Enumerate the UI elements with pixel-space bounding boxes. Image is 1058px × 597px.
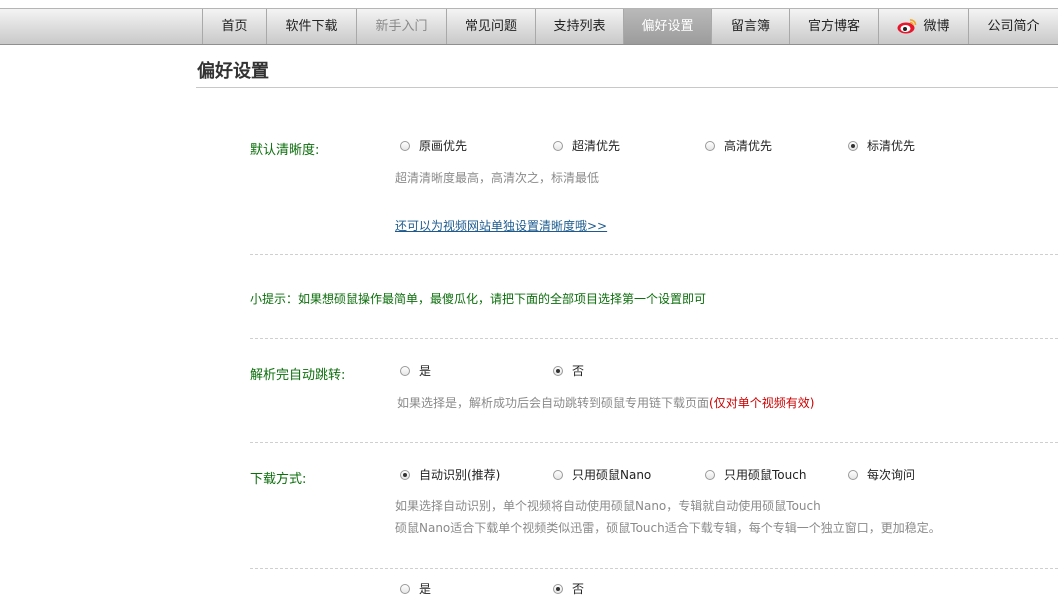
autojump-option-yes[interactable]: 是 (400, 362, 431, 379)
section-divider (250, 338, 1058, 339)
autojump-label: 解析完自动跳转: (250, 368, 346, 383)
title-divider (196, 87, 1058, 88)
nav-weibo-label: 微博 (923, 19, 950, 34)
option-label: 超清优先 (572, 139, 621, 153)
weibo-icon (897, 19, 917, 34)
option-label: 每次询问 (867, 468, 916, 482)
radio-icon[interactable] (400, 141, 410, 151)
radio-icon[interactable] (553, 470, 563, 480)
download-option-touch[interactable]: 只用硕鼠Touch (705, 466, 806, 483)
nav-preferences[interactable]: 偏好设置 (623, 9, 711, 44)
nav-home[interactable]: 首页 (202, 9, 266, 44)
nav-weibo[interactable]: 微博 (878, 9, 968, 44)
download-option-nano[interactable]: 只用硕鼠Nano (553, 466, 651, 483)
definition-description: 超清清晰度最高，高清次之，标清最低 (395, 171, 600, 185)
definition-option-high[interactable]: 高清优先 (705, 137, 772, 154)
download-option-ask[interactable]: 每次询问 (848, 466, 915, 483)
autojump-description: 如果选择是，解析成功后会自动跳转到硕鼠专用链下载页面(仅对单个视频有效) (397, 394, 814, 411)
radio-icon[interactable] (400, 584, 410, 594)
section-divider (250, 254, 1058, 255)
definition-option-original[interactable]: 原画优先 (400, 137, 467, 154)
autojump-note: (仅对单个视频有效) (709, 396, 815, 410)
option-label: 原画优先 (419, 139, 468, 153)
radio-selected-icon[interactable] (400, 470, 410, 480)
section-divider (250, 442, 1058, 443)
option-label: 只用硕鼠Nano (572, 468, 652, 482)
nav-guestbook[interactable]: 留言簿 (711, 9, 789, 44)
option-label: 否 (572, 364, 585, 378)
option-label: 高清优先 (724, 139, 773, 153)
nav-support-list[interactable]: 支持列表 (535, 9, 623, 44)
option-label: 只用硕鼠Touch (724, 468, 807, 482)
nav-company-profile[interactable]: 公司简介 (968, 9, 1058, 44)
top-navigation-bar: 首页 软件下载 新手入门 常见问题 支持列表 偏好设置 留言簿 官方博客 微博 … (0, 8, 1058, 45)
page-title: 偏好设置 (197, 61, 269, 82)
option-label: 是 (419, 582, 432, 596)
option-label: 标清优先 (867, 139, 916, 153)
nav-beginner-guide[interactable]: 新手入门 (356, 9, 446, 44)
radio-icon[interactable] (705, 141, 715, 151)
autojump-option-no[interactable]: 否 (553, 362, 584, 379)
radio-icon[interactable] (553, 141, 563, 151)
definition-option-super[interactable]: 超清优先 (553, 137, 620, 154)
nav-software-download[interactable]: 软件下载 (266, 9, 356, 44)
download-option-auto[interactable]: 自动识别(推荐) (400, 466, 500, 483)
download-description-1: 如果选择自动识别，单个视频将自动使用硕鼠Nano，专辑就自动使用硕鼠Touch (395, 499, 821, 513)
option-label: 是 (419, 364, 432, 378)
per-site-definition-link[interactable]: 还可以为视频网站单独设置清晰度哦>> (395, 217, 607, 234)
radio-selected-icon[interactable] (553, 366, 563, 376)
nav-official-blog[interactable]: 官方博客 (789, 9, 878, 44)
definition-label: 默认清晰度: (250, 143, 320, 158)
autojump-description-text: 如果选择是，解析成功后会自动跳转到硕鼠专用链下载页面 (397, 396, 710, 410)
radio-icon[interactable] (848, 470, 858, 480)
radio-icon[interactable] (400, 366, 410, 376)
tip-text: 小提示：如果想硕鼠操作最简单，最傻瓜化，请把下面的全部项目选择第一个设置即可 (250, 292, 707, 306)
definition-option-standard[interactable]: 标清优先 (848, 137, 915, 154)
option-label: 自动识别(推荐) (419, 468, 501, 482)
section-divider (250, 568, 1058, 569)
main-nav: 首页 软件下载 新手入门 常见问题 支持列表 偏好设置 留言簿 官方博客 微博 … (202, 9, 1058, 44)
radio-icon[interactable] (705, 470, 715, 480)
nav-faq[interactable]: 常见问题 (446, 9, 535, 44)
option-label: 否 (572, 582, 585, 596)
radio-selected-icon[interactable] (848, 141, 858, 151)
radio-selected-icon[interactable] (553, 584, 563, 594)
download-method-label: 下载方式: (250, 472, 307, 487)
download-description-2: 硕鼠Nano适合下载单个视频类似迅雷，硕鼠Touch适合下载专辑，每个专辑一个独… (395, 521, 941, 535)
